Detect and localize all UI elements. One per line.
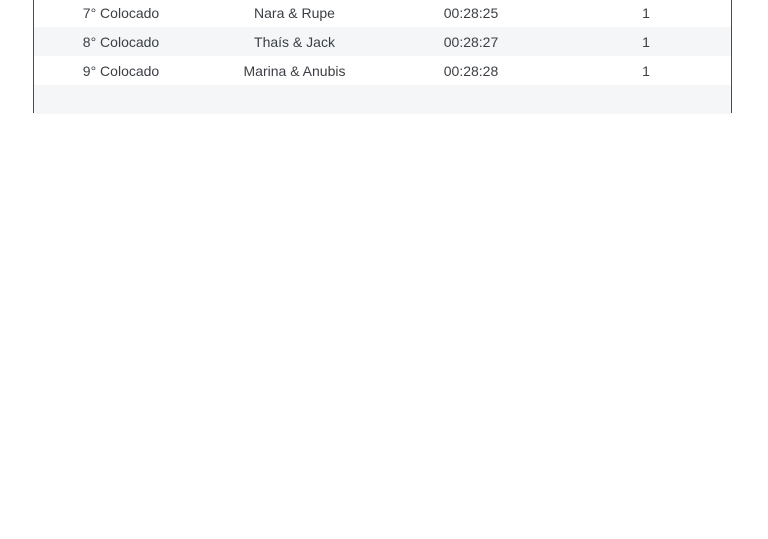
position-cell: 8° Colocado [34,27,208,56]
results-table-panel: 7° Colocado Nara & Rupe 00:28:25 1 8° Co… [33,0,732,114]
table-row: 9° Colocado Marina & Anubis 00:28:28 1 [34,56,731,85]
time-cell: 00:28:28 [443,62,499,79]
table-row: 7° Colocado Nara & Rupe 00:28:25 1 [34,0,731,27]
team-cell: Marina & Anubis [243,62,346,79]
count-cell: 1 [561,27,731,56]
team-cell: Nara & Rupe [254,4,335,21]
time-cell: 00:28:25 [443,4,499,21]
position-cell: 9° Colocado [82,62,160,79]
results-table: 7° Colocado Nara & Rupe 00:28:25 1 8° Co… [34,0,731,114]
empty-table-row [34,85,731,114]
count-cell: 1 [642,4,650,21]
position-cell: 7° Colocado [82,4,160,21]
team-cell: Thaís & Jack [208,27,381,56]
count-cell: 1 [642,62,650,79]
table-row: 8° Colocado Thaís & Jack 00:28:27 1 [34,27,731,56]
time-cell: 00:28:27 [381,27,561,56]
